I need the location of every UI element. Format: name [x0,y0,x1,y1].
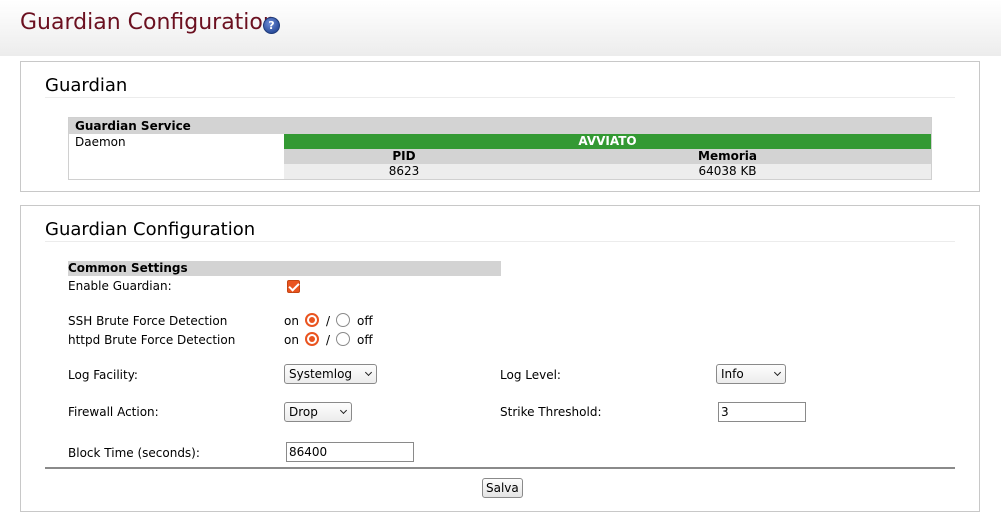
ssh-on-radio[interactable] [305,313,319,327]
log-level-value: Info [721,367,744,381]
ssh-on-label: on [284,314,299,328]
strike-threshold-input[interactable] [718,402,806,422]
firewall-action-select[interactable]: Drop [284,402,352,422]
daemon-label: Daemon [75,135,126,149]
chevron-down-icon [364,368,373,377]
common-settings-header: Common Settings [68,261,501,276]
service-table-header: Guardian Service [69,118,931,134]
log-level-label: Log Level: [500,368,561,382]
httpd-on-radio[interactable] [305,332,319,346]
service-box-title: Guardian [45,75,128,96]
httpd-off-radio[interactable] [336,332,350,346]
status-badge: AVVIATO [284,134,931,149]
enable-guardian-label: Enable Guardian: [68,279,172,293]
guardian-service-box: Guardian Guardian Service Daemon AVVIATO… [20,61,980,192]
service-table: Guardian Service Daemon AVVIATO PID Memo… [68,117,932,180]
chevron-down-icon [339,406,348,415]
httpd-off-label: off [357,333,373,347]
log-facility-value: Systemlog [289,367,353,381]
help-icon[interactable]: ? [263,17,280,34]
pid-value: 8623 [284,164,524,179]
log-facility-label: Log Facility: [68,368,138,382]
ssh-off-label: off [357,314,373,328]
strike-threshold-label: Strike Threshold: [500,405,602,419]
block-time-input[interactable] [286,442,414,462]
memory-header: Memoria [524,149,931,164]
config-box-title: Guardian Configuration [45,219,256,240]
divider [45,241,955,242]
pid-header: PID [284,149,524,164]
divider [45,467,955,469]
httpd-detection-label: httpd Brute Force Detection [68,333,236,347]
service-table-header-label: Guardian Service [75,119,191,133]
guardian-configuration-box: Guardian Configuration Common Settings E… [20,205,980,512]
ssh-detection-label: SSH Brute Force Detection [68,314,228,328]
block-time-label: Block Time (seconds): [68,446,200,460]
httpd-separator: / [326,333,331,347]
divider [45,97,955,98]
page-title: Guardian Configuration [20,10,277,35]
ssh-separator: / [326,314,331,328]
memory-value: 64038 KB [524,164,931,179]
log-facility-select[interactable]: Systemlog [284,364,377,384]
ssh-off-radio[interactable] [336,313,350,327]
enable-guardian-checkbox[interactable] [287,280,300,293]
save-button[interactable]: Salva [482,478,523,498]
firewall-action-label: Firewall Action: [68,405,159,419]
common-settings-label: Common Settings [68,261,188,275]
log-level-select[interactable]: Info [716,364,786,384]
page-header: Guardian Configuration ? [0,0,1001,56]
firewall-action-value: Drop [289,405,318,419]
httpd-on-label: on [284,333,299,347]
chevron-down-icon [773,368,782,377]
